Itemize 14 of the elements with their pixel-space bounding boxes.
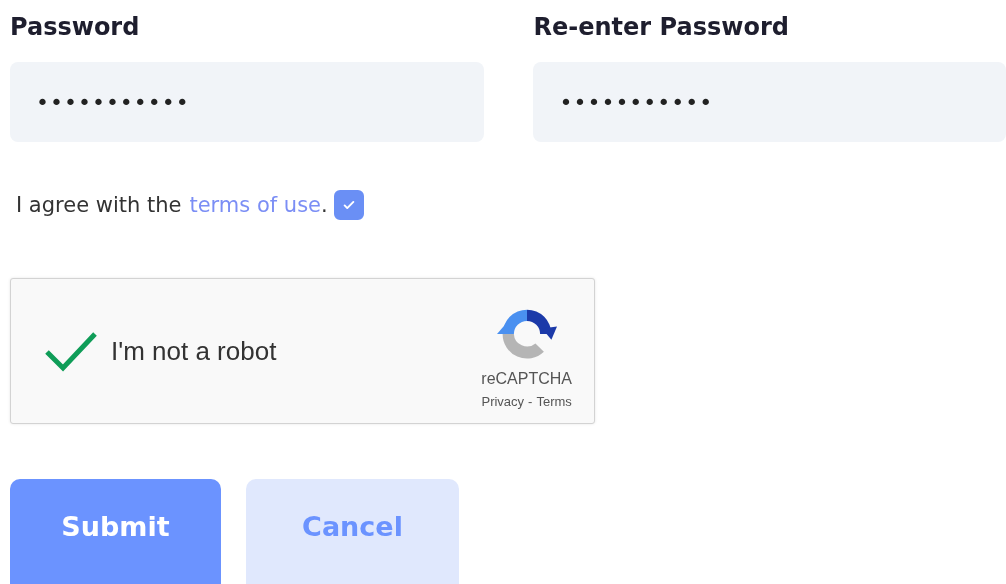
captcha-brand: reCAPTCHA (481, 369, 572, 388)
terms-link[interactable]: Terms (536, 393, 572, 409)
password-field[interactable]: ••••••••••• (10, 62, 485, 142)
password-field[interactable]: ••••••••••• (533, 62, 1006, 142)
legal-separator: - (528, 393, 533, 409)
agreement-text: I agree with the (16, 193, 182, 217)
agree-checkbox[interactable] (333, 190, 364, 220)
privacy-link[interactable]: Privacy (481, 393, 525, 409)
captcha-label: I'm not a robot (111, 335, 277, 367)
agreement-period: . (321, 193, 328, 217)
field-label: Password (10, 12, 141, 43)
check-icon (341, 198, 356, 212)
field-label: Re-enter Password (533, 12, 790, 43)
captcha-checkbox[interactable] (43, 330, 99, 372)
